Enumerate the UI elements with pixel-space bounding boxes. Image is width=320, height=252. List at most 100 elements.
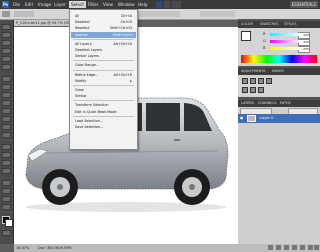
marquee-tool-icon[interactable] xyxy=(2,32,11,38)
select-menu-item[interactable]: Deselect Layers xyxy=(75,47,135,53)
history-brush-tool-icon[interactable] xyxy=(2,100,11,106)
link-layers-icon[interactable] xyxy=(268,245,273,250)
select-menu-item[interactable]: Deselect Ctrl+D xyxy=(75,19,135,25)
selection-mode-buttons[interactable] xyxy=(14,11,34,17)
select-menu-item-label: Inverse xyxy=(75,32,88,37)
zoom-level[interactable]: 16.67% xyxy=(16,244,29,252)
levels-icon[interactable] xyxy=(250,78,256,84)
select-menu-item[interactable]: Modify ▸ xyxy=(75,78,135,84)
quick-selection-tool-icon[interactable] xyxy=(2,48,11,54)
zoom-tool-icon[interactable] xyxy=(2,204,11,210)
vibrance-icon[interactable] xyxy=(242,87,248,93)
tab-styles[interactable]: STYLES xyxy=(284,21,296,28)
clone-stamp-tool-icon[interactable] xyxy=(2,92,11,98)
adjustments-panel-header: ADJUSTMENTS MASKS xyxy=(238,68,320,75)
menu-help[interactable]: Help xyxy=(138,1,148,8)
brush-tool-icon[interactable] xyxy=(2,84,11,90)
adjustment-layer-icon[interactable] xyxy=(292,245,297,250)
feather-field[interactable] xyxy=(140,11,180,17)
select-menu-item[interactable]: Color Range... xyxy=(75,62,135,68)
select-menu-item[interactable]: Grow xyxy=(75,87,135,93)
tab-color[interactable]: COLOR xyxy=(241,21,253,28)
select-menu-item-label: All xyxy=(75,14,80,18)
layers-panel-footer xyxy=(238,244,320,252)
refine-edge-button[interactable] xyxy=(200,11,235,17)
menu-edit[interactable]: Edit xyxy=(25,1,33,8)
marquee-tool-preset-icon[interactable] xyxy=(2,11,10,17)
slider-g[interactable] xyxy=(270,40,300,43)
gradient-tool-icon[interactable] xyxy=(2,116,11,122)
hue-saturation-icon[interactable] xyxy=(250,87,256,93)
menu-layer[interactable]: Layer xyxy=(54,1,66,8)
select-menu-dropdown: All Ctrl+A Deselect Ctrl+D Reselect Shift+Ctr… xyxy=(69,9,138,150)
tab-paths[interactable]: PATHS xyxy=(280,100,291,107)
slider-r[interactable] xyxy=(270,33,300,36)
tab-swatches[interactable]: SWATCHES xyxy=(260,21,278,28)
color-balance-icon[interactable] xyxy=(258,87,264,93)
blur-tool-icon[interactable] xyxy=(2,124,11,130)
3d-orbit-tool-icon[interactable] xyxy=(2,188,11,194)
select-menu-item[interactable]: Similar Layers xyxy=(75,53,135,59)
exposure-icon[interactable] xyxy=(266,78,272,84)
pen-tool-icon[interactable] xyxy=(2,144,11,150)
shape-tool-icon[interactable] xyxy=(2,168,11,174)
new-group-icon[interactable] xyxy=(300,245,305,250)
select-menu-item-label: Edit in Quick Mask Mode xyxy=(75,109,117,114)
color-preview-swatch[interactable] xyxy=(241,31,251,41)
menu-filter[interactable]: Filter xyxy=(88,1,98,8)
hand-tool-icon[interactable] xyxy=(2,196,11,202)
menu-select[interactable]: Select xyxy=(69,1,86,8)
curves-icon[interactable] xyxy=(258,78,264,84)
adjustments-panel xyxy=(238,75,320,97)
select-menu-item[interactable]: Inverse Shift+Ctrl+I xyxy=(71,31,136,38)
path-selection-tool-icon[interactable] xyxy=(2,160,11,166)
menu-window[interactable]: Window xyxy=(118,1,135,8)
select-menu-item[interactable]: Refine Edge... Alt+Ctrl+R xyxy=(75,72,135,78)
eyedropper-tool-icon[interactable] xyxy=(2,64,11,70)
select-menu-item-shortcut: Ctrl+A xyxy=(120,14,132,18)
slider-b[interactable] xyxy=(270,47,300,50)
3d-rotate-tool-icon[interactable] xyxy=(2,180,11,186)
add-mask-icon[interactable] xyxy=(284,245,289,250)
tab-layers[interactable]: LAYERS xyxy=(241,100,254,107)
select-menu-item[interactable]: Transform Selection xyxy=(75,102,135,108)
healing-brush-tool-icon[interactable] xyxy=(2,76,11,82)
menu-file[interactable]: File xyxy=(13,1,20,8)
layer-row-selected[interactable]: ● Layer 0 xyxy=(238,114,320,123)
quick-mask-icon[interactable] xyxy=(2,230,11,236)
type-tool-icon[interactable] xyxy=(2,152,11,158)
select-menu-item[interactable]: All Ctrl+A xyxy=(75,13,135,19)
menu-view[interactable]: View xyxy=(103,1,113,8)
crop-tool-icon[interactable] xyxy=(2,56,11,62)
background-color-swatch[interactable] xyxy=(5,219,13,227)
select-menu-item[interactable]: Load Selection... xyxy=(75,118,135,124)
status-bar: 16.67% Doc: 384.9K/6.59M xyxy=(14,244,238,252)
bridge-icon[interactable] xyxy=(156,1,162,8)
mini-bridge-icon[interactable] xyxy=(164,1,170,8)
move-tool-icon[interactable] xyxy=(2,24,11,30)
tab-channels[interactable]: CHANNELS xyxy=(258,100,277,107)
select-menu-item-label: Deselect Layers xyxy=(75,48,103,52)
workspace-switcher[interactable]: ESSENTIALS xyxy=(289,1,318,8)
brightness-contrast-icon[interactable] xyxy=(242,78,248,84)
lasso-tool-icon[interactable] xyxy=(2,40,11,46)
trash-icon[interactable] xyxy=(314,245,319,250)
new-layer-icon[interactable] xyxy=(308,245,313,250)
menu-image[interactable]: Image xyxy=(38,1,51,8)
select-menu-item[interactable]: Save Selection... xyxy=(75,124,135,130)
select-menu-item[interactable]: Reselect Shift+Ctrl+D xyxy=(75,25,135,31)
select-menu-item[interactable]: Edit in Quick Mask Mode xyxy=(75,109,135,115)
layer-name[interactable]: Layer 0 xyxy=(260,114,273,123)
color-spectrum-bar[interactable] xyxy=(241,55,317,63)
zoom-level-icon[interactable] xyxy=(172,1,181,8)
menu-separator xyxy=(73,38,134,40)
select-menu-item-shortcut: Shift+Ctrl+D xyxy=(109,26,132,31)
select-menu-item[interactable]: All Layers Alt+Ctrl+A xyxy=(75,41,135,47)
dodge-tool-icon[interactable] xyxy=(2,132,11,138)
select-menu-item[interactable]: Similar xyxy=(75,93,135,99)
eraser-tool-icon[interactable] xyxy=(2,108,11,114)
add-style-icon[interactable] xyxy=(276,245,281,250)
tab-adjustments[interactable]: ADJUSTMENTS xyxy=(241,68,265,75)
tab-masks[interactable]: MASKS xyxy=(272,68,284,75)
eye-icon[interactable]: ● xyxy=(240,116,244,120)
